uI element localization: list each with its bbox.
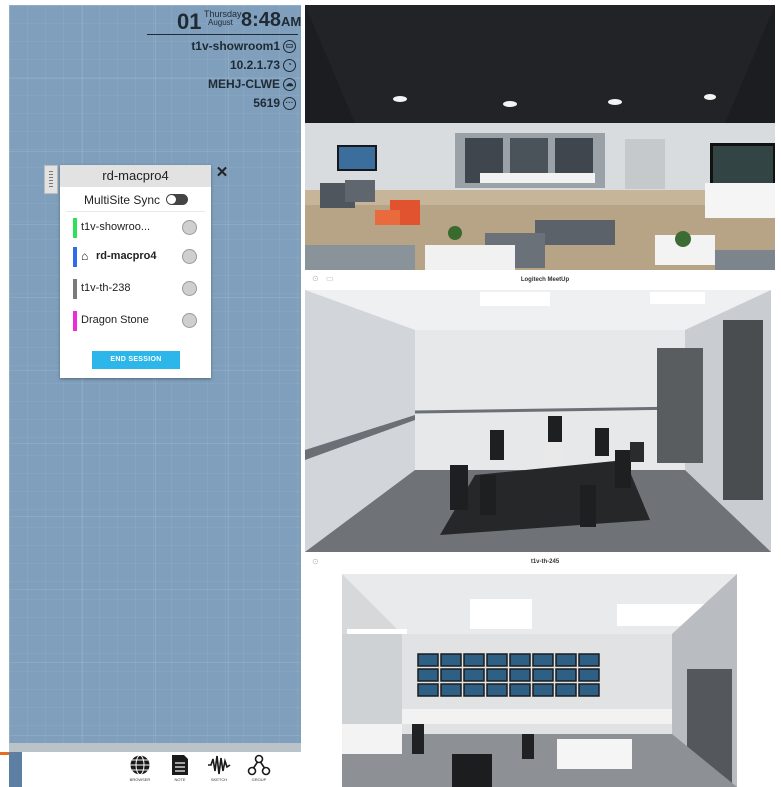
site-label: t1v-th-238 <box>81 282 131 294</box>
site-color-bar <box>73 279 77 299</box>
session-panel-title: rd-macpro4 <box>102 168 169 183</box>
multisite-sync-toggle[interactable] <box>166 194 188 205</box>
video-feed-2[interactable] <box>305 290 771 552</box>
feed-1-label: Logitech MeetUp <box>520 277 570 283</box>
video-feed-1[interactable] <box>305 5 775 270</box>
clock-time-value: 8:48 <box>241 9 282 31</box>
canvas-scrollbar[interactable] <box>9 743 301 752</box>
note-label: NOTE <box>174 777 186 782</box>
group-button[interactable]: GROUP <box>244 754 274 787</box>
feed-1-image <box>305 5 775 270</box>
site-label: rd-macpro4 <box>96 250 157 262</box>
site-label: t1v-showroo... <box>81 221 151 233</box>
feed-2-label: t1v-th-245 <box>530 559 560 565</box>
feed-2-image <box>305 290 771 552</box>
ip-address: 10.2.1.73 <box>229 58 280 72</box>
site-row[interactable]: Dragon Stone <box>66 309 205 333</box>
browser-button[interactable]: BROWSER <box>125 754 155 787</box>
clock-ampm: AM <box>281 14 302 29</box>
camera-icon[interactable]: ▭ <box>326 274 334 283</box>
mic-icon[interactable]: ⊙ <box>312 557 319 566</box>
home-icon: ⌂ <box>81 249 89 263</box>
clock: 01 Thursday August 8:48AM <box>147 6 301 35</box>
session-panel: rd-macpro4 MultiSite Sync t1v-showroo...… <box>60 165 211 378</box>
site-radio[interactable] <box>182 249 197 264</box>
pin: 5619 <box>253 96 280 110</box>
site-color-bar <box>73 247 77 267</box>
site-row[interactable]: t1v-showroo... <box>66 216 205 240</box>
note-button[interactable]: NOTE <box>165 754 195 787</box>
waveform-icon <box>208 755 231 775</box>
sketch-button[interactable]: SKETCH <box>204 754 234 787</box>
wifi-icon: ◔ <box>283 58 296 72</box>
monitor-icon: ▭ <box>283 39 296 53</box>
nodes-icon <box>247 754 271 776</box>
browser-label: BROWSER <box>129 777 151 782</box>
sketch-label: SKETCH <box>210 777 228 782</box>
site-label: Dragon Stone <box>81 314 149 326</box>
session-panel-header[interactable]: rd-macpro4 <box>60 165 211 187</box>
close-icon[interactable]: ✕ <box>213 165 231 181</box>
end-session-button[interactable]: END SESSION <box>92 351 180 369</box>
feed-3-image <box>342 574 737 787</box>
room-name: t1v-showroom1 <box>191 39 280 53</box>
ip-row: 10.2.1.73 ◔ <box>230 56 296 74</box>
clock-time: 8:48AM <box>241 9 301 32</box>
room-code-row: MEHJ-CLWE ☁ <box>208 75 296 93</box>
drag-handle[interactable] <box>44 165 58 194</box>
site-radio[interactable] <box>182 313 197 328</box>
dots-icon: ··· <box>283 96 296 110</box>
clock-month: August <box>208 18 233 27</box>
site-row[interactable]: t1v-th-238 <box>66 277 205 301</box>
room-code: MEHJ-CLWE <box>208 77 280 91</box>
document-icon <box>172 755 188 775</box>
group-label: GROUP <box>251 777 267 782</box>
pin-row: 5619 ··· <box>253 94 296 112</box>
site-radio[interactable] <box>182 220 197 235</box>
site-row-host[interactable]: ⌂ rd-macpro4 <box>66 245 205 269</box>
divider <box>66 211 205 212</box>
clock-day: 01 <box>177 9 202 34</box>
site-color-bar <box>73 311 77 331</box>
site-radio[interactable] <box>182 281 197 296</box>
globe-icon <box>130 755 150 775</box>
site-color-bar <box>73 218 77 238</box>
mic-icon[interactable]: ⊙ <box>312 274 319 283</box>
video-feed-3[interactable] <box>342 574 737 787</box>
multisite-sync-label: MultiSite Sync <box>84 193 161 207</box>
cloud-icon: ☁ <box>283 77 296 91</box>
left-edge <box>0 5 9 787</box>
room-name-row: t1v-showroom1 ▭ <box>191 37 296 55</box>
sidebar-toggle[interactable] <box>9 752 22 787</box>
multisite-sync-row: MultiSite Sync <box>60 191 211 209</box>
